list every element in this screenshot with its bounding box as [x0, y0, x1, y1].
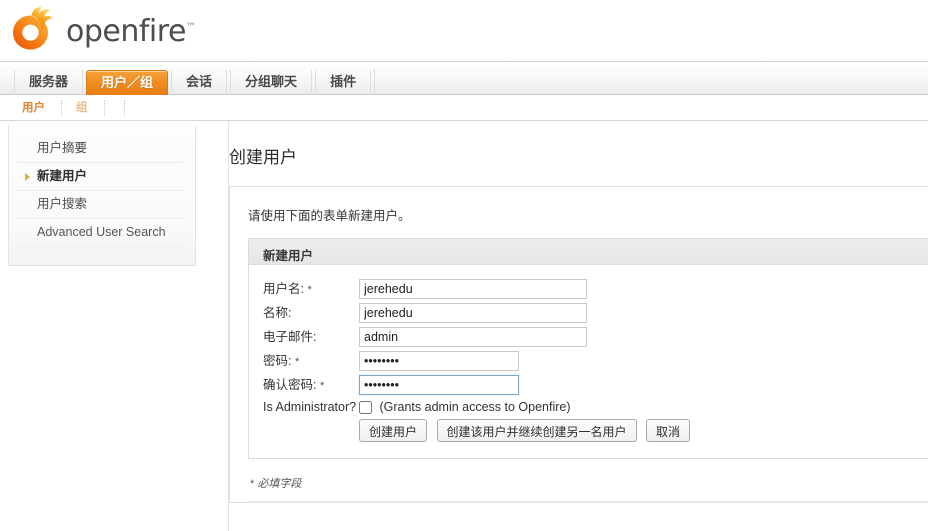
form-row-name: 名称:	[263, 301, 696, 325]
brand-logo[interactable]: openfire™	[8, 5, 195, 53]
sidebar-item-label: 新建用户	[37, 169, 87, 183]
openfire-flame-logo-icon	[8, 5, 54, 53]
password-label: 密码: *	[263, 349, 359, 373]
tab-group-chat[interactable]: 分组聊天	[230, 70, 312, 95]
sidebar-item-label: Advanced User Search	[37, 225, 166, 239]
name-field[interactable]	[359, 303, 587, 323]
required-marker: *	[250, 478, 254, 490]
required-fields-note: * 必填字段	[248, 459, 928, 491]
tab-bar-filler	[374, 69, 928, 94]
required-marker: *	[320, 380, 324, 392]
subtab-groups[interactable]: 组	[62, 100, 105, 116]
password-field[interactable]	[359, 351, 519, 371]
sidebar-item-advanced-user-search[interactable]: Advanced User Search	[17, 219, 183, 247]
sidebar-item-label: 用户摘要	[37, 141, 87, 155]
form-row-buttons: 创建用户 创建该用户并继续创建另一名用户 取消	[263, 417, 696, 444]
panel-description: 请使用下面的表单新建用户。	[248, 205, 928, 224]
page-body: 用户摘要 新建用户 用户搜索 Advanced User Search 创建用户…	[0, 121, 928, 531]
openfire-admin-page: openfire™ 服务器 用户／组 会话 分组聊天 插件 用户 组 . 用户摘…	[0, 0, 928, 531]
panel-bottom-rule	[248, 501, 928, 502]
sidebar-item-create-user[interactable]: 新建用户	[17, 163, 183, 191]
form-title: 新建用户	[249, 239, 928, 265]
cancel-button[interactable]: 取消	[646, 419, 690, 442]
create-user-form: 新建用户 用户名: *	[248, 238, 928, 459]
confirm-password-label: 确认密码: *	[263, 373, 359, 397]
form-row-email: 电子邮件:	[263, 325, 696, 349]
brand-name: openfire™	[66, 14, 195, 49]
form-row-password: 密码: *	[263, 349, 696, 373]
tab-users-groups[interactable]: 用户／组	[86, 70, 168, 95]
is-administrator-label: Is Administrator?	[263, 397, 359, 417]
chevron-right-icon	[25, 173, 30, 181]
sidebar-item-user-summary[interactable]: 用户摘要	[17, 135, 183, 163]
email-field[interactable]	[359, 327, 587, 347]
is-administrator-hint: (Grants admin access to Openfire)	[379, 400, 570, 414]
main-tab-bar: 服务器 用户／组 会话 分组聊天 插件	[0, 62, 928, 95]
trademark-symbol: ™	[186, 22, 196, 33]
content-panel: 请使用下面的表单新建用户。 新建用户 用户名: *	[229, 186, 928, 503]
name-label: 名称:	[263, 301, 359, 325]
subtab-users[interactable]: 用户	[18, 100, 62, 116]
form-fields-table: 用户名: * 名称:	[263, 277, 696, 444]
username-field[interactable]	[359, 279, 587, 299]
sidebar-item-label: 用户搜索	[37, 197, 87, 211]
confirm-password-field[interactable]	[359, 375, 519, 395]
form-row-username: 用户名: *	[263, 277, 696, 301]
is-administrator-checkbox[interactable]	[359, 401, 372, 414]
sidebar-item-user-search[interactable]: 用户搜索	[17, 191, 183, 219]
create-user-button[interactable]: 创建用户	[359, 419, 427, 442]
tab-server[interactable]: 服务器	[14, 70, 83, 95]
page-title: 创建用户	[229, 143, 928, 168]
required-marker: *	[295, 356, 299, 368]
sub-tab-bar-filler: .	[105, 100, 125, 116]
tab-plugins[interactable]: 插件	[315, 70, 371, 95]
page-header: openfire™	[0, 0, 928, 62]
form-body: 用户名: * 名称:	[249, 265, 928, 458]
sub-tab-bar: 用户 组 .	[0, 95, 928, 121]
form-row-confirm-password: 确认密码: *	[263, 373, 696, 397]
username-label: 用户名: *	[263, 277, 359, 301]
sidebar: 用户摘要 新建用户 用户搜索 Advanced User Search	[8, 125, 196, 266]
form-buttons: 创建用户 创建该用户并继续创建另一名用户 取消	[359, 417, 696, 444]
tab-sessions[interactable]: 会话	[171, 70, 227, 95]
email-label: 电子邮件:	[263, 325, 359, 349]
form-row-is-administrator: Is Administrator? (Grants admin access t…	[263, 397, 696, 417]
main-content: 创建用户 请使用下面的表单新建用户。 新建用户 用户名: *	[229, 121, 928, 531]
required-marker: *	[307, 284, 311, 296]
create-and-continue-button[interactable]: 创建该用户并继续创建另一名用户	[437, 419, 637, 442]
